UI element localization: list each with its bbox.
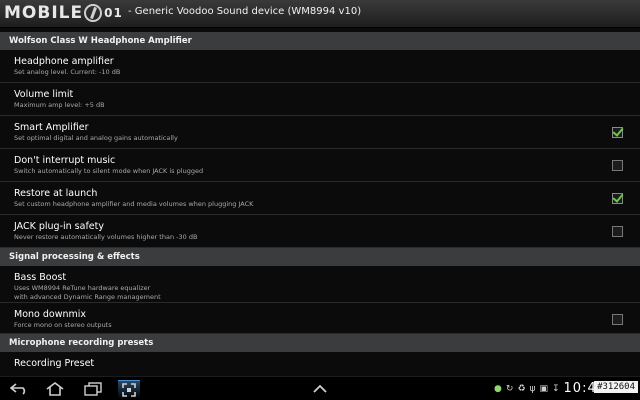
site-logo: MOBILE 01 xyxy=(4,2,123,24)
setting-mono-downmix[interactable]: Mono downmix Force mono on stereo output… xyxy=(0,303,640,334)
screenshot-icon[interactable] xyxy=(118,380,140,399)
setting-subtitle: Set analog level. Current: -10 dB xyxy=(14,68,121,76)
setting-title: JACK plug-in safety xyxy=(14,221,104,232)
setting-volume-limit[interactable]: Volume limit Maximum amp level: +5 dB xyxy=(0,83,640,116)
setting-recording-preset[interactable]: Recording Preset xyxy=(0,352,640,376)
setting-subtitle: Never restore automatically volumes high… xyxy=(14,233,198,241)
download-icon: ↧ xyxy=(551,383,560,394)
setting-subtitle: Uses WM8994 ReTune hardware equalizer wi… xyxy=(14,284,161,301)
logo-suffix: 01 xyxy=(104,6,123,20)
up-arrow-icon[interactable] xyxy=(309,380,331,398)
setting-subtitle: Set custom headphone amplifier and media… xyxy=(14,200,254,208)
setting-restore-at-launch[interactable]: Restore at launch Set custom headphone a… xyxy=(0,182,640,215)
app-title: - Generic Voodoo Sound device (WM8994 v1… xyxy=(128,6,362,17)
battery-percent-icon: ● xyxy=(494,383,502,394)
recent-apps-icon[interactable] xyxy=(82,380,104,398)
recycle-icon: ♻ xyxy=(517,383,526,394)
setting-title: Don't interrupt music xyxy=(14,155,116,166)
logo-text: MOBILE xyxy=(4,3,84,23)
setting-title: Smart Amplifier xyxy=(14,122,89,133)
sync-icon: ↻ xyxy=(505,383,514,394)
back-icon[interactable] xyxy=(8,380,30,398)
setting-title: Bass Boost xyxy=(14,272,67,283)
smart-amplifier-checkbox[interactable] xyxy=(612,127,623,138)
setting-bass-boost[interactable]: Bass Boost Uses WM8994 ReTune hardware e… xyxy=(0,266,640,303)
logo-mark xyxy=(84,4,103,22)
setting-smart-amplifier[interactable]: Smart Amplifier Set optimal digital and … xyxy=(0,116,640,149)
section-header-microphone-presets: Microphone recording presets xyxy=(0,334,640,352)
usb-icon: ψ xyxy=(529,383,536,394)
setting-title: Volume limit xyxy=(14,89,74,100)
section-header-signal-processing: Signal processing & effects xyxy=(0,248,640,266)
section-header-headphone-amplifier: Wolfson Class W Headphone Amplifier xyxy=(0,32,640,50)
mono-downmix-checkbox[interactable] xyxy=(612,314,623,325)
settings-list[interactable]: Wolfson Class W Headphone Amplifier Head… xyxy=(0,32,640,376)
setting-title: Recording Preset xyxy=(14,358,95,369)
setting-subtitle: Maximum amp level: +5 dB xyxy=(14,101,105,109)
restore-at-launch-checkbox[interactable] xyxy=(612,193,623,204)
home-icon[interactable] xyxy=(44,380,66,398)
image-icon: ▣ xyxy=(539,383,548,394)
jack-plug-in-safety-checkbox[interactable] xyxy=(612,226,623,237)
setting-headphone-amplifier[interactable]: Headphone amplifier Set analog level. Cu… xyxy=(0,50,640,83)
watermark: #312604 xyxy=(594,381,638,393)
setting-title: Headphone amplifier xyxy=(14,56,114,67)
dont-interrupt-music-checkbox[interactable] xyxy=(612,160,623,171)
setting-subtitle: Switch automatically to silent mode when… xyxy=(14,167,204,175)
setting-dont-interrupt-music[interactable]: Don't interrupt music Switch automatical… xyxy=(0,149,640,182)
title-bar: MOBILE 01 - Generic Voodoo Sound device … xyxy=(0,0,640,28)
setting-subtitle: Set optimal digital and analog gains aut… xyxy=(14,134,178,142)
system-nav-bar: ● ↻ ♻ ψ ▣ ↧ 10:47 xyxy=(0,376,640,400)
setting-jack-plug-in-safety[interactable]: JACK plug-in safety Never restore automa… xyxy=(0,215,640,248)
setting-title: Mono downmix xyxy=(14,309,87,320)
setting-title: Restore at launch xyxy=(14,188,98,199)
setting-subtitle: Force mono on stereo outputs xyxy=(14,321,112,329)
